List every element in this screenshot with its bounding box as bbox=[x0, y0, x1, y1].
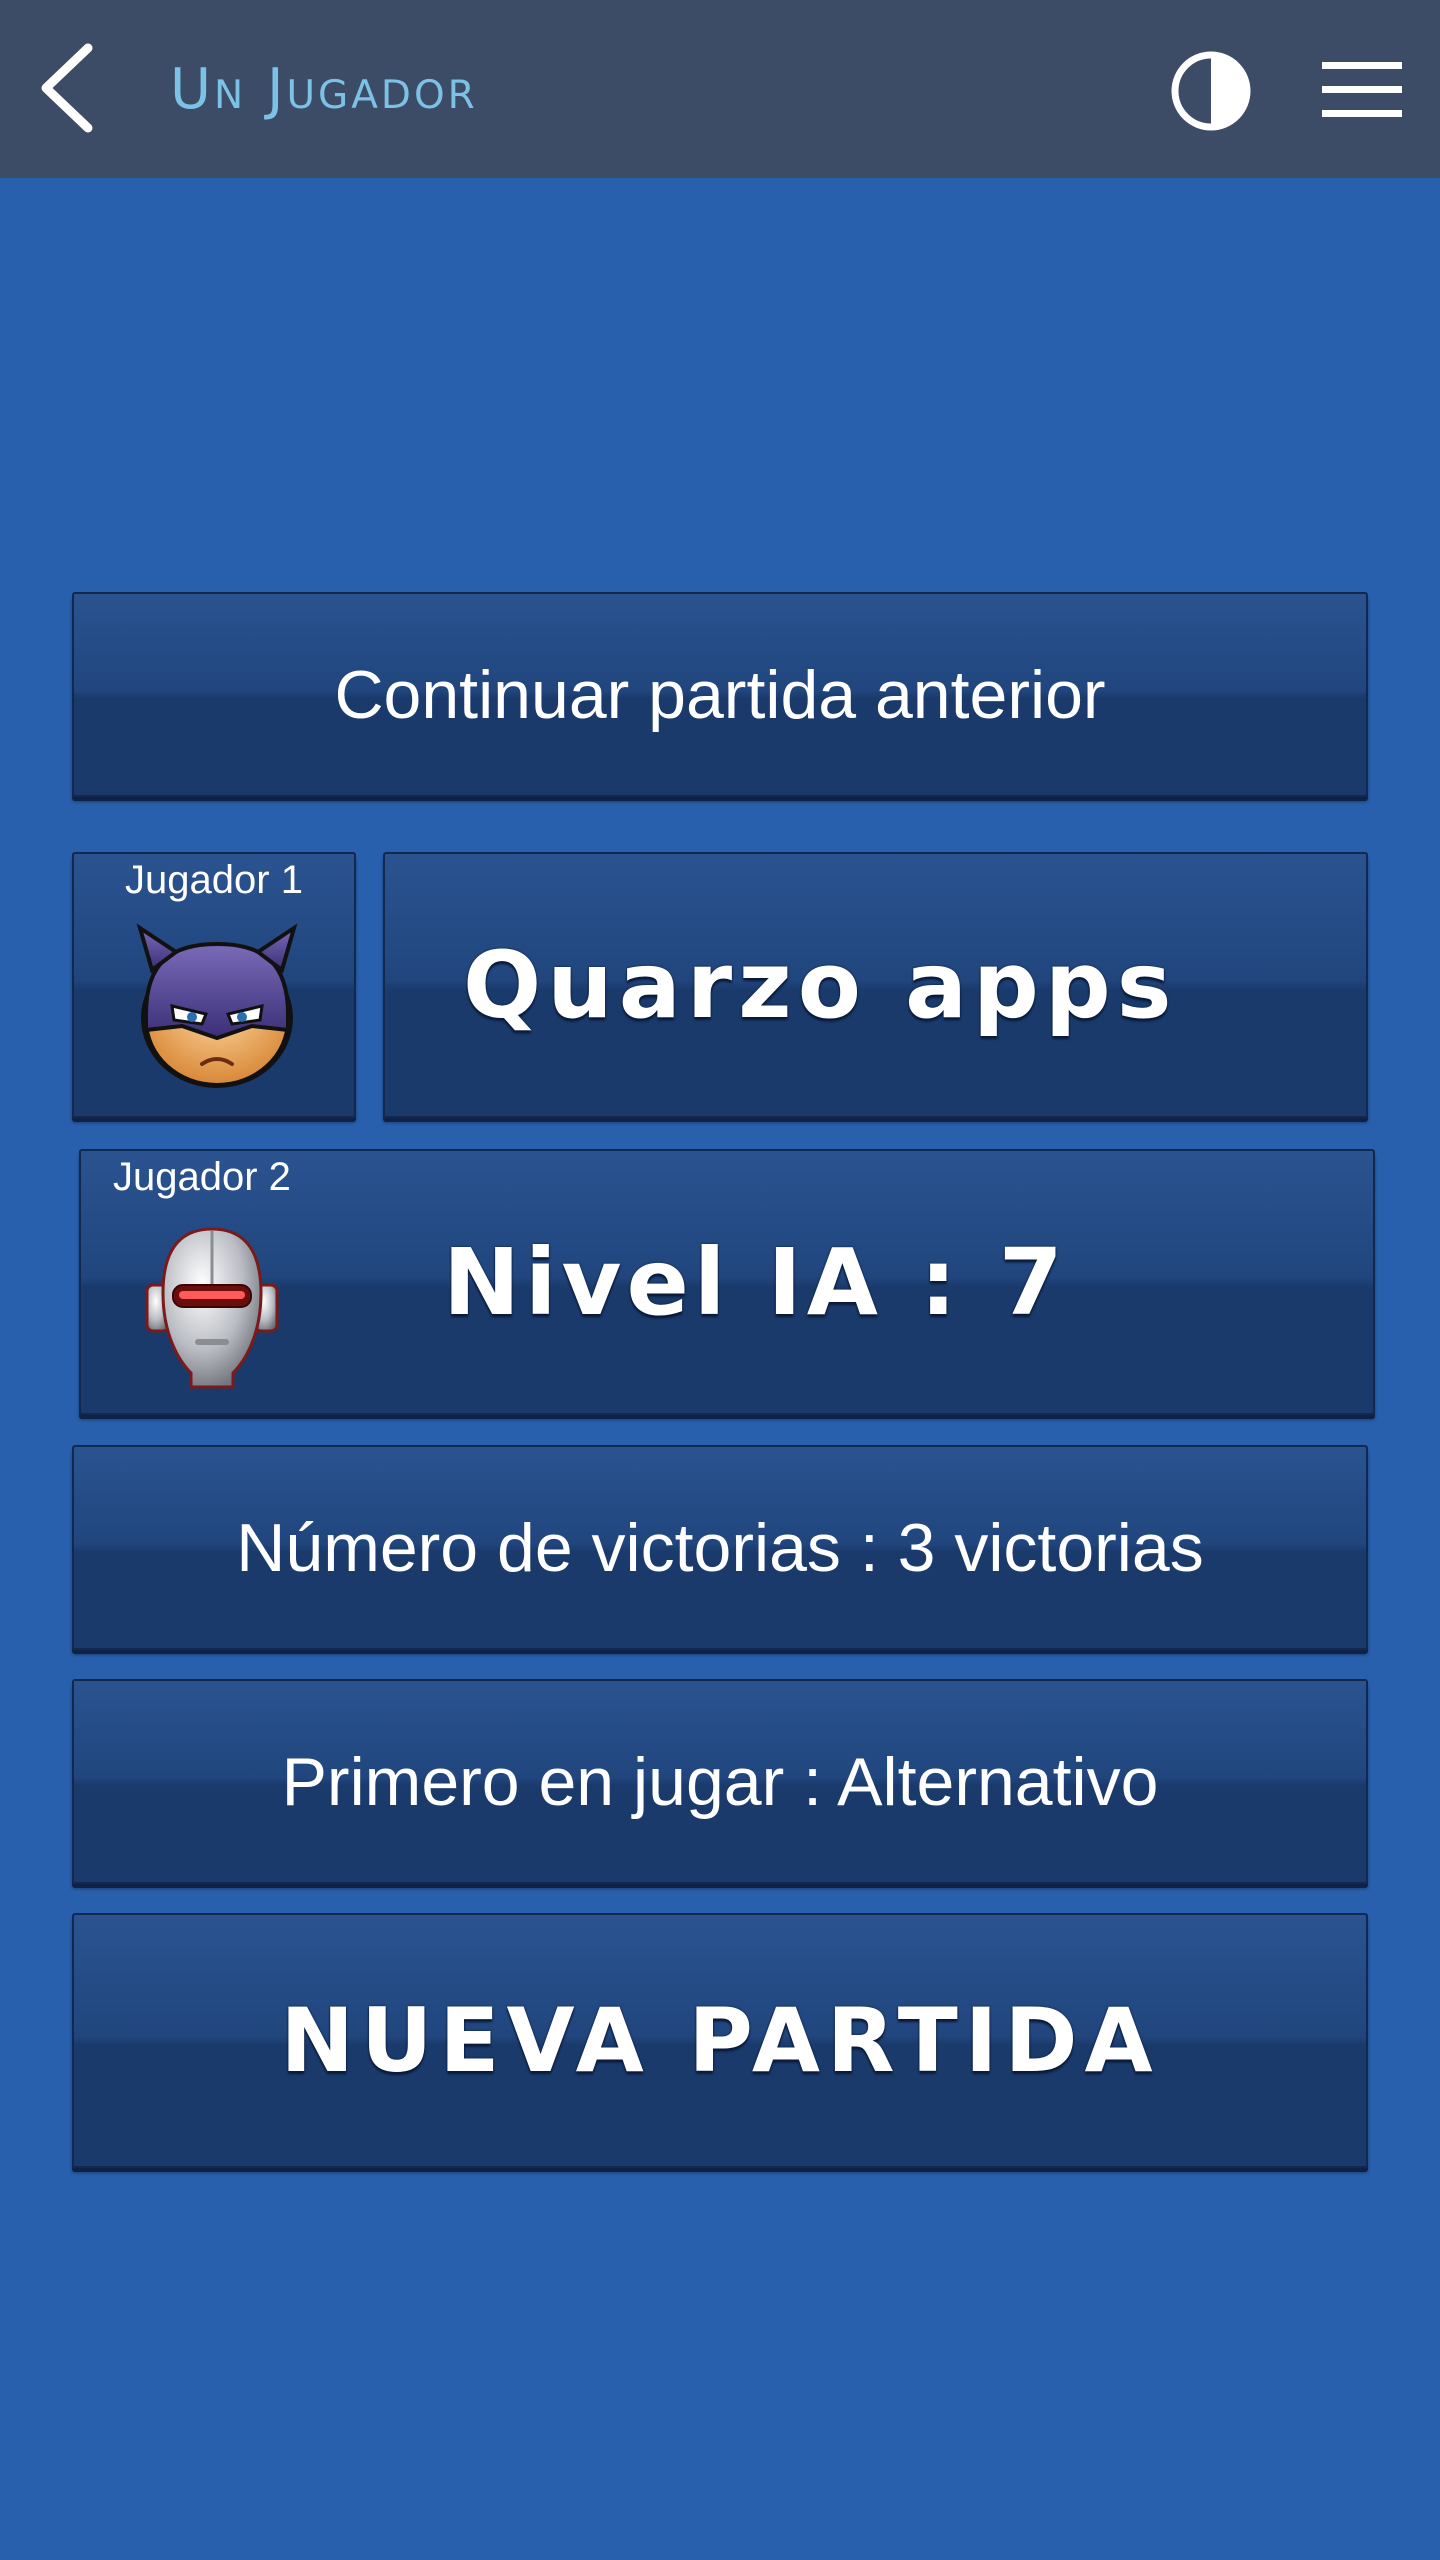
first-player-option-label: Primero en jugar : Alternativo bbox=[281, 1743, 1159, 1820]
app-bar: Un Jugador bbox=[0, 0, 1440, 178]
contrast-button[interactable] bbox=[1168, 48, 1254, 134]
masked-hero-avatar-icon bbox=[136, 923, 298, 1088]
first-player-option-button[interactable]: Primero en jugar : Alternativo bbox=[72, 1679, 1368, 1884]
continue-game-button[interactable]: Continuar partida anterior bbox=[72, 592, 1368, 797]
player1-label: Jugador 1 bbox=[125, 858, 303, 902]
back-button[interactable] bbox=[30, 38, 110, 138]
continue-game-label: Continuar partida anterior bbox=[334, 656, 1106, 733]
page-title: Un Jugador bbox=[170, 57, 478, 122]
hamburger-menu-icon bbox=[1322, 62, 1402, 117]
contrast-icon bbox=[1171, 51, 1251, 131]
ai-level-label: Nivel IA : 7 bbox=[443, 1228, 1068, 1336]
wins-option-label: Número de victorias : 3 victorias bbox=[236, 1509, 1204, 1586]
menu-button[interactable] bbox=[1318, 52, 1408, 128]
player1-name-button[interactable]: Quarzo apps bbox=[383, 852, 1368, 1118]
new-game-label: NUEVA PARTIDA bbox=[280, 1989, 1160, 2092]
player1-avatar-button[interactable]: Jugador 1 bbox=[72, 852, 356, 1118]
new-game-button[interactable]: NUEVA PARTIDA bbox=[72, 1913, 1368, 2168]
chevron-left-icon bbox=[41, 43, 93, 133]
player2-ai-button[interactable]: Jugador 2 Nivel IA : 7 bbox=[79, 1149, 1375, 1415]
wins-option-button[interactable]: Número de victorias : 3 victorias bbox=[72, 1445, 1368, 1650]
player1-name: Quarzo apps bbox=[463, 931, 1178, 1039]
